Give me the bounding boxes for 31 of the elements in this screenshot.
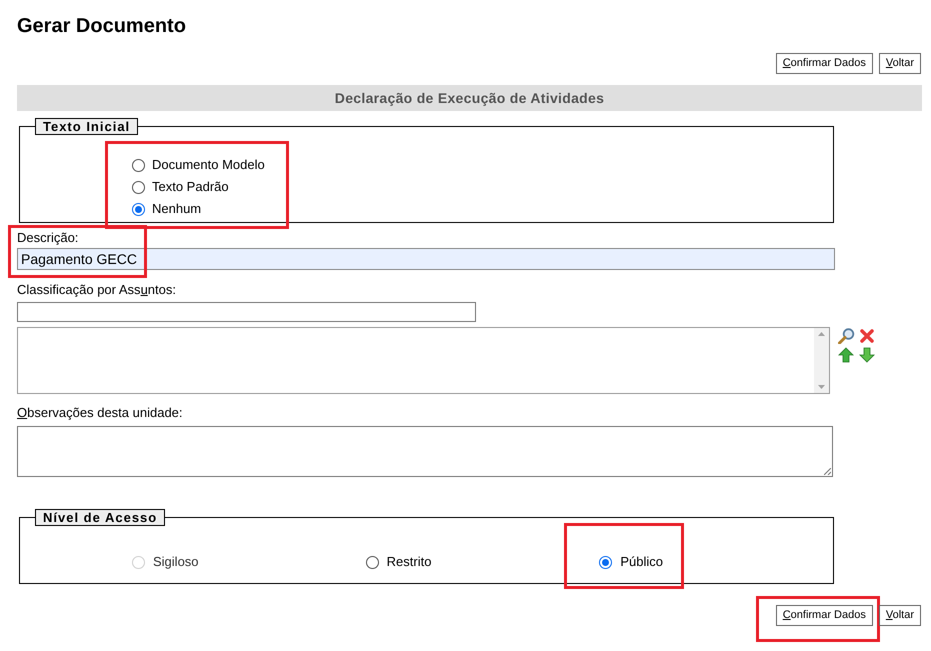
field-label: Descrição: [17, 230, 78, 246]
subject-search-field[interactable] [17, 302, 476, 322]
resize-grip-icon[interactable] [824, 468, 831, 475]
field-label: Classificação por Assuntos: [17, 282, 176, 298]
radio-label: Sigiloso [153, 553, 199, 572]
radio-button[interactable] [132, 180, 145, 194]
radio-label: Restrito [386, 553, 432, 572]
arrow-up-icon[interactable] [838, 347, 854, 363]
search-icon[interactable] [838, 328, 855, 344]
field-label: Observações desta unidade: [17, 405, 183, 421]
button[interactable]: Confirmar Dados [776, 605, 873, 626]
radio-label: Público [620, 553, 663, 572]
page-title: Gerar Documento [17, 14, 187, 38]
button[interactable]: Voltar [878, 53, 921, 74]
radio-button[interactable] [132, 158, 145, 172]
arrow-down-icon[interactable] [859, 347, 875, 363]
description-field[interactable]: Pagamento GECC [17, 248, 835, 270]
notes-textarea[interactable] [17, 426, 833, 477]
radio-label: Documento Modelo [152, 156, 265, 174]
radio-button[interactable] [132, 202, 145, 216]
close-icon[interactable] [859, 328, 875, 344]
button[interactable]: Confirmar Dados [776, 53, 873, 74]
radio-button[interactable] [366, 556, 379, 568]
radio-label: Nenhum [152, 200, 202, 218]
button[interactable]: Voltar [878, 605, 921, 626]
section-header: Declaração de Execução de Atividades [17, 85, 922, 111]
subject-list[interactable] [17, 327, 830, 394]
radio-label: Texto Padrão [152, 178, 229, 196]
fieldset-legend: Texto Inicial [35, 118, 138, 135]
radio-button[interactable] [599, 556, 612, 568]
fieldset-legend: Nível de Acesso [35, 509, 166, 526]
